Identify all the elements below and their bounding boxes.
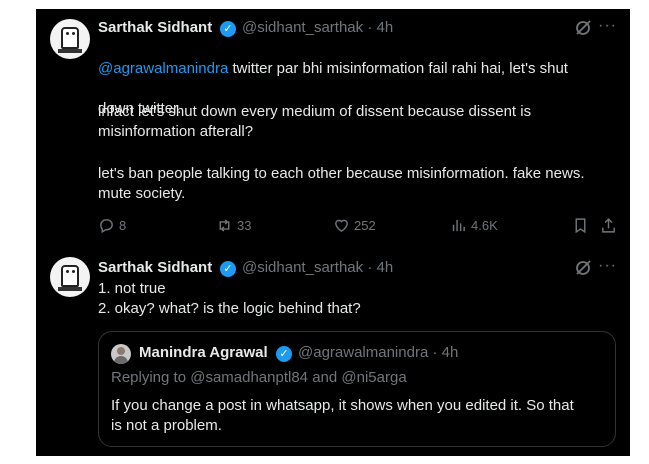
tweet-text-para2: infact let's shut down every medium of d… bbox=[98, 103, 532, 140]
replying-prefix: Replying to bbox=[111, 369, 191, 386]
reply-button[interactable]: 8 bbox=[98, 217, 126, 234]
verified-badge-icon: ✓ bbox=[276, 346, 292, 362]
like-button[interactable]: 252 bbox=[333, 217, 376, 234]
share-icon[interactable] bbox=[600, 217, 617, 234]
tweet-text-para3: let's ban people talking to each other b… bbox=[98, 165, 585, 202]
quote-avatar[interactable] bbox=[111, 344, 131, 364]
retweet-icon bbox=[219, 219, 230, 232]
replying-to-line: Replying to @samadhanptl84 and @ni5arga bbox=[111, 369, 407, 386]
author-name[interactable]: Sarthak Sidhant bbox=[98, 19, 212, 36]
like-icon bbox=[335, 219, 348, 233]
quote-text: If you change a post in whatsapp, it sho… bbox=[111, 397, 574, 434]
author-handle[interactable]: @sidhant_sarthak bbox=[242, 19, 363, 36]
quote-author-name[interactable]: Manindra Agrawal bbox=[139, 344, 268, 361]
grok-slash-icon[interactable] bbox=[574, 19, 592, 37]
post-time[interactable]: · 4h bbox=[367, 19, 393, 36]
avatar[interactable] bbox=[50, 257, 90, 297]
reply-count: 8 bbox=[119, 218, 127, 233]
tweet-thread: Sarthak Sidhant ✓ @sidhant_sarthak · 4h … bbox=[36, 9, 630, 456]
author-name[interactable]: Sarthak Sidhant bbox=[98, 259, 212, 276]
retweet-button[interactable]: 33 bbox=[216, 217, 251, 234]
bookmark-icon[interactable] bbox=[572, 217, 589, 234]
retweet-count: 33 bbox=[237, 218, 252, 233]
more-icon[interactable]: ··· bbox=[598, 17, 617, 35]
action-bar: 8 33 252 4.6K bbox=[98, 217, 618, 239]
mention-link[interactable]: @agrawalmanindra bbox=[98, 60, 228, 77]
tweet-text: 1. not true 2. okay? what? is the logic … bbox=[98, 280, 361, 317]
replying-to-user-2[interactable]: @ni5arga bbox=[341, 369, 406, 386]
avatar[interactable] bbox=[50, 19, 90, 59]
tweet-1[interactable]: Sarthak Sidhant ✓ @sidhant_sarthak · 4h … bbox=[36, 9, 630, 249]
views-icon bbox=[452, 219, 465, 232]
author-handle[interactable]: @sidhant_sarthak bbox=[242, 259, 363, 276]
quote-author-handle[interactable]: @agrawalmanindra bbox=[298, 344, 428, 361]
reply-icon bbox=[100, 219, 113, 234]
verified-badge-icon: ✓ bbox=[220, 21, 236, 37]
views-count: 4.6K bbox=[471, 218, 498, 233]
replying-to-user-1[interactable]: @samadhanptl84 bbox=[190, 369, 308, 386]
tweet-text-line1: twitter par bhi misinformation fail rahi… bbox=[228, 60, 568, 77]
verified-badge-icon: ✓ bbox=[220, 261, 236, 277]
grok-slash-icon[interactable] bbox=[574, 259, 592, 277]
quote-post-time[interactable]: · 4h bbox=[432, 344, 458, 361]
views-button[interactable]: 4.6K bbox=[450, 217, 498, 234]
post-time[interactable]: · 4h bbox=[367, 259, 393, 276]
more-icon[interactable]: ··· bbox=[598, 257, 617, 275]
replying-and: and bbox=[308, 369, 342, 386]
quoted-tweet[interactable]: Manindra Agrawal ✓ @agrawalmanindra · 4h… bbox=[98, 331, 616, 447]
like-count: 252 bbox=[354, 218, 376, 233]
